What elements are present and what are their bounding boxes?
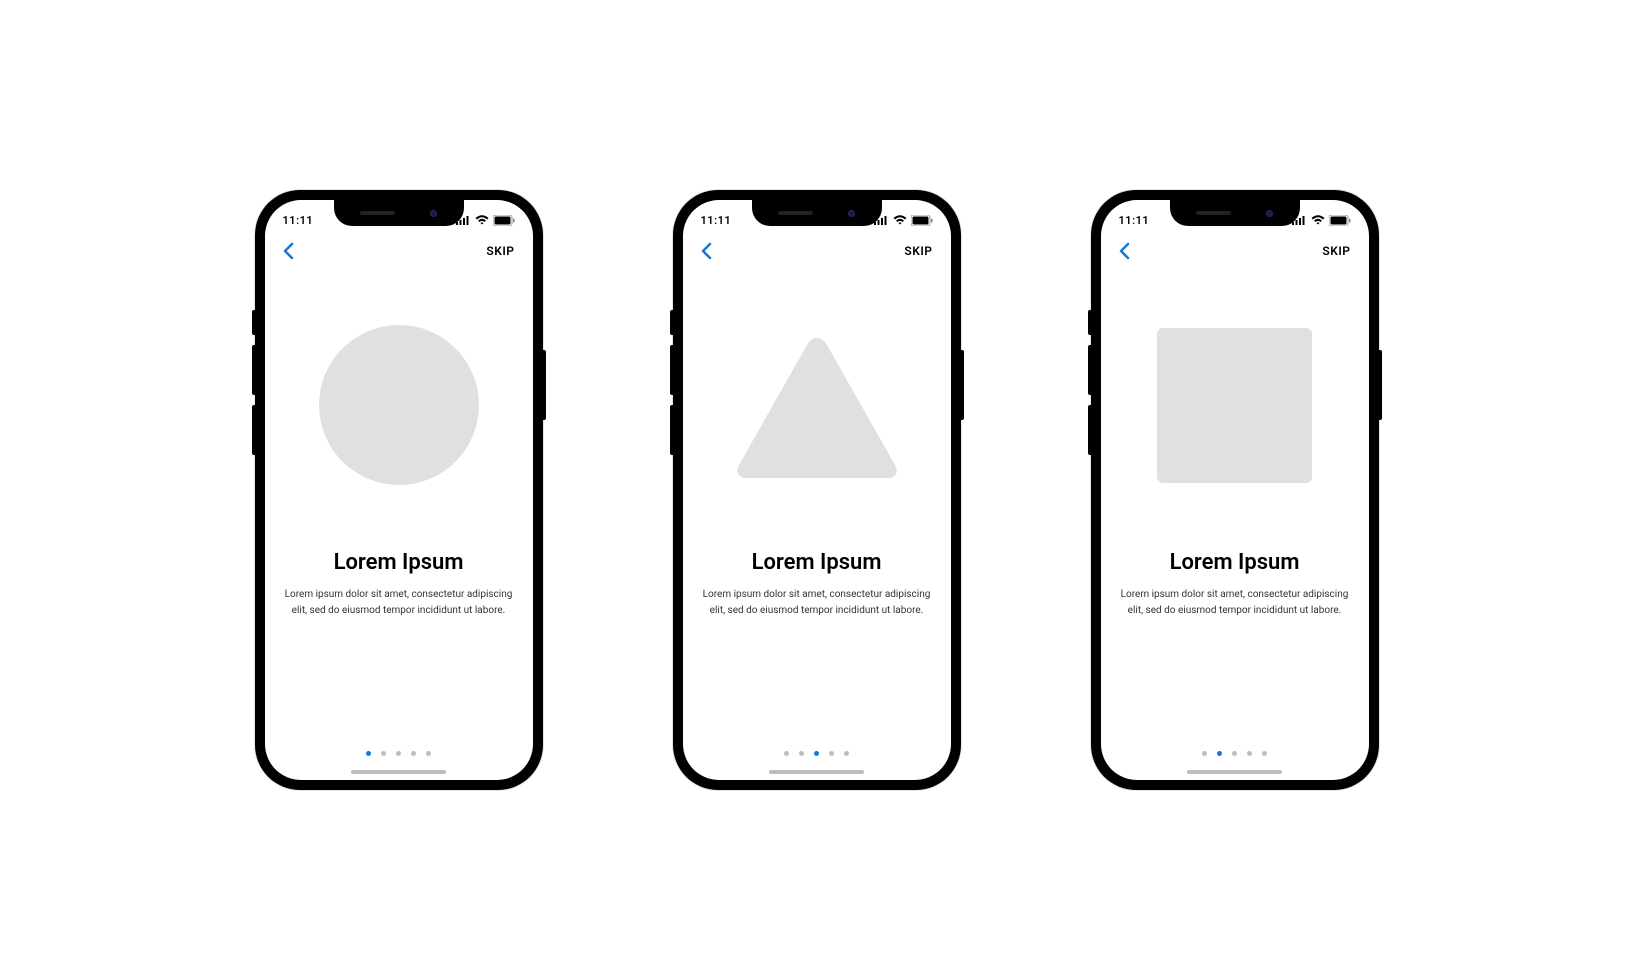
screen-1: 11:11 SKIP Lorem Ipsu bbox=[265, 200, 533, 780]
chevron-left-icon bbox=[701, 242, 712, 260]
phone-mockup-1: 11:11 SKIP Lorem Ipsu bbox=[255, 190, 543, 790]
onboarding-content: Lorem Ipsum Lorem ipsum dolor sit amet, … bbox=[1101, 270, 1369, 751]
pagination-dot[interactable] bbox=[1202, 751, 1207, 756]
illustration-placeholder bbox=[1157, 300, 1312, 510]
back-button[interactable] bbox=[1119, 242, 1130, 260]
pagination-dot[interactable] bbox=[426, 751, 431, 756]
chevron-left-icon bbox=[1119, 242, 1130, 260]
illustration-placeholder bbox=[319, 300, 479, 510]
status-icons bbox=[1292, 215, 1351, 226]
home-indicator[interactable] bbox=[1187, 770, 1282, 774]
onboarding-title: Lorem Ipsum bbox=[1170, 550, 1300, 575]
back-button[interactable] bbox=[701, 242, 712, 260]
status-icons bbox=[456, 215, 515, 226]
pagination-dot[interactable] bbox=[1262, 751, 1267, 756]
wifi-icon bbox=[1311, 215, 1325, 225]
pagination-dot[interactable] bbox=[829, 751, 834, 756]
status-time: 11:11 bbox=[1119, 214, 1150, 227]
pagination-dots[interactable] bbox=[1101, 751, 1369, 764]
onboarding-description: Lorem ipsum dolor sit amet, consectetur … bbox=[703, 587, 931, 619]
nav-bar: SKIP bbox=[1101, 232, 1369, 270]
pagination-dot[interactable] bbox=[396, 751, 401, 756]
pagination-dot[interactable] bbox=[381, 751, 386, 756]
onboarding-description: Lorem ipsum dolor sit amet, consectetur … bbox=[285, 587, 513, 619]
pagination-dots[interactable] bbox=[265, 751, 533, 764]
home-indicator[interactable] bbox=[351, 770, 446, 774]
battery-icon bbox=[493, 215, 515, 226]
back-button[interactable] bbox=[283, 242, 294, 260]
status-time: 11:11 bbox=[283, 214, 314, 227]
onboarding-content: Lorem Ipsum Lorem ipsum dolor sit amet, … bbox=[683, 270, 951, 751]
status-icons bbox=[874, 215, 933, 226]
circle-shape bbox=[319, 325, 479, 485]
notch bbox=[752, 200, 882, 226]
onboarding-description: Lorem ipsum dolor sit amet, consectetur … bbox=[1121, 587, 1349, 619]
notch bbox=[1170, 200, 1300, 226]
phone-mockup-3: 11:11 SKIP Lorem Ipsu bbox=[1091, 190, 1379, 790]
pagination-dot[interactable] bbox=[784, 751, 789, 756]
skip-button[interactable]: SKIP bbox=[486, 244, 514, 258]
pagination-dot[interactable] bbox=[814, 751, 819, 756]
battery-icon bbox=[1329, 215, 1351, 226]
chevron-left-icon bbox=[283, 242, 294, 260]
nav-bar: SKIP bbox=[683, 232, 951, 270]
battery-icon bbox=[911, 215, 933, 226]
notch bbox=[334, 200, 464, 226]
onboarding-title: Lorem Ipsum bbox=[334, 550, 464, 575]
skip-button[interactable]: SKIP bbox=[1322, 244, 1350, 258]
pagination-dot[interactable] bbox=[366, 751, 371, 756]
screen-2: 11:11 SKIP bbox=[683, 200, 951, 780]
pagination-dots[interactable] bbox=[683, 751, 951, 764]
nav-bar: SKIP bbox=[265, 232, 533, 270]
skip-button[interactable]: SKIP bbox=[904, 244, 932, 258]
phone-mockup-2: 11:11 SKIP bbox=[673, 190, 961, 790]
pagination-dot[interactable] bbox=[1232, 751, 1237, 756]
wifi-icon bbox=[475, 215, 489, 225]
pagination-dot[interactable] bbox=[799, 751, 804, 756]
screen-3: 11:11 SKIP Lorem Ipsu bbox=[1101, 200, 1369, 780]
status-time: 11:11 bbox=[701, 214, 732, 227]
pagination-dot[interactable] bbox=[411, 751, 416, 756]
square-shape bbox=[1157, 328, 1312, 483]
pagination-dot[interactable] bbox=[1247, 751, 1252, 756]
pagination-dot[interactable] bbox=[1217, 751, 1222, 756]
onboarding-content: Lorem Ipsum Lorem ipsum dolor sit amet, … bbox=[265, 270, 533, 751]
onboarding-title: Lorem Ipsum bbox=[752, 550, 882, 575]
illustration-placeholder bbox=[732, 300, 902, 510]
wifi-icon bbox=[893, 215, 907, 225]
home-indicator[interactable] bbox=[769, 770, 864, 774]
triangle-shape bbox=[732, 330, 902, 480]
pagination-dot[interactable] bbox=[844, 751, 849, 756]
